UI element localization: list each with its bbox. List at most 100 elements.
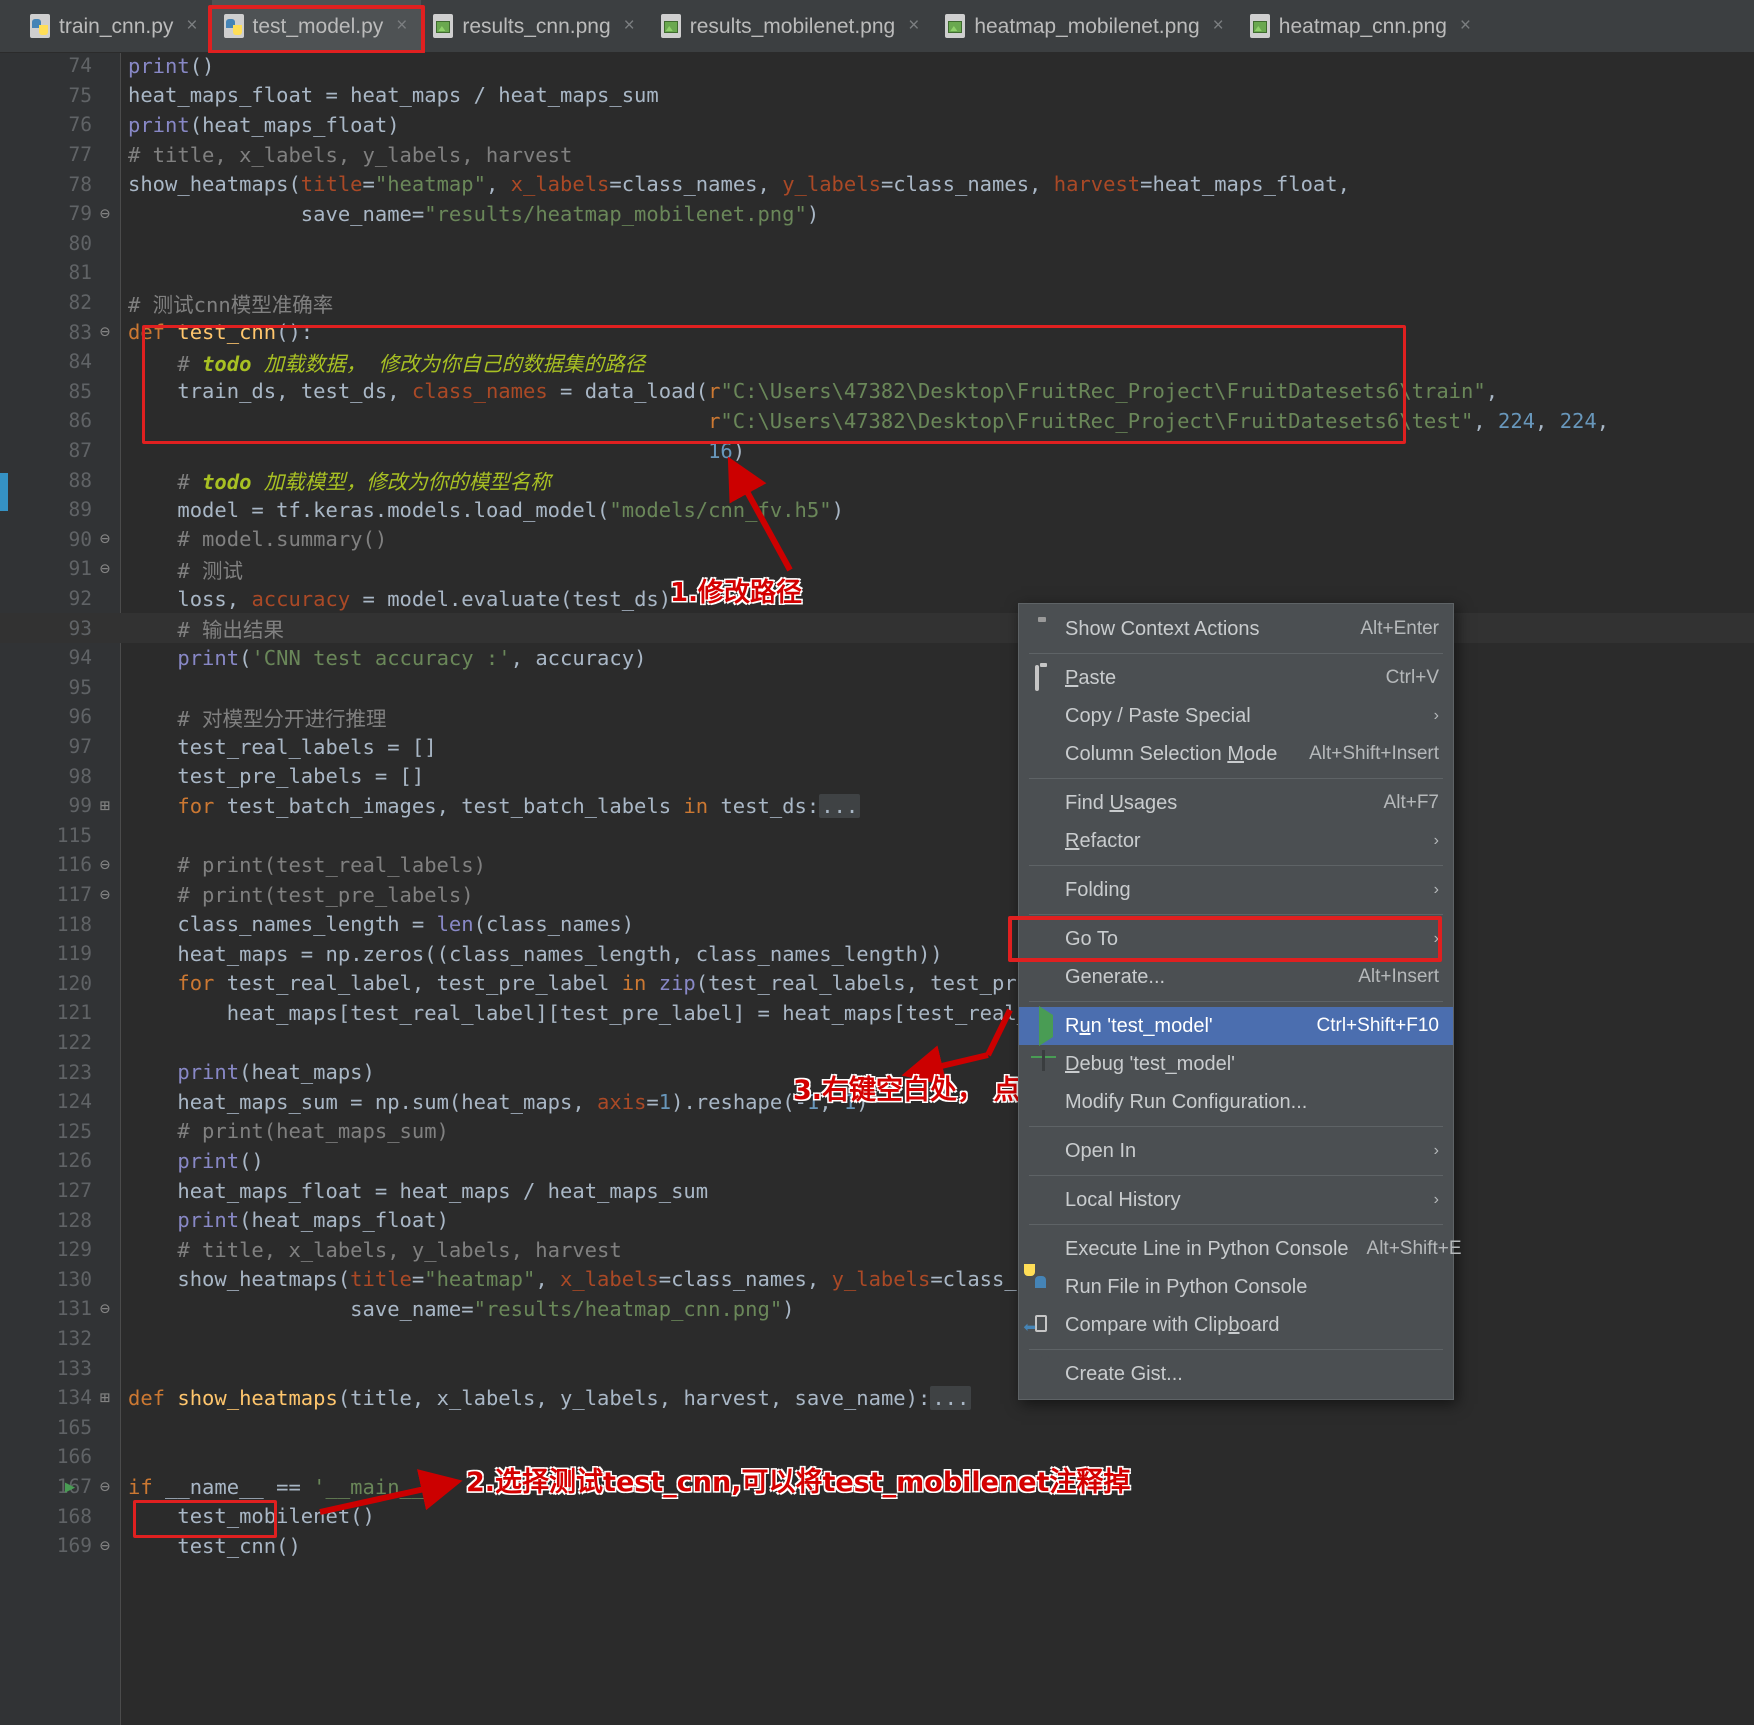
code-line[interactable]: 133	[0, 1353, 1754, 1383]
menu-separator	[1029, 1001, 1443, 1002]
code-line[interactable]: 127 heat_maps_float = heat_maps / heat_m…	[0, 1176, 1754, 1206]
menu-item-modify-run-configuration[interactable]: Modify Run Configuration...	[1019, 1083, 1453, 1121]
github-icon	[1035, 1363, 1057, 1385]
chevron-right-icon: ›	[1433, 832, 1439, 849]
menu-item-find-usages[interactable]: Find Usages Alt+F7	[1019, 784, 1453, 822]
fold-toggle-icon[interactable]: ⊖	[94, 559, 116, 579]
editor-context-menu[interactable]: Show Context Actions Alt+Enter Paste Ctrl+V…	[1018, 603, 1462, 1400]
editor-tab-test-model-py[interactable]: test_model.py ×	[211, 0, 422, 53]
code-line[interactable]: 134 ⊞ def show_heatmaps(title, x_labels, y…	[0, 1383, 1754, 1413]
menu-item-copy-paste-special[interactable]: Copy / Paste Special ›	[1019, 697, 1453, 735]
close-icon[interactable]: ×	[396, 15, 407, 37]
code-line[interactable]: 118 class_names_length = len(class_names…	[0, 909, 1754, 939]
code-line[interactable]: 94 print('CNN test accuracy :', accuracy…	[0, 643, 1754, 673]
menu-item-go-to[interactable]: Go To ›	[1019, 920, 1453, 958]
code-line[interactable]: 81	[0, 258, 1754, 288]
code-line[interactable]: 131 ⊖ save_name="results/heatmap_cnn.png"…	[0, 1294, 1754, 1324]
fold-toggle-icon[interactable]: ⊖	[94, 1477, 116, 1497]
close-icon[interactable]: ×	[1460, 15, 1471, 37]
code-line[interactable]: 84 # todo 加载数据， 修改为你自己的数据集的路径	[0, 347, 1754, 377]
code-line[interactable]: 85 train_ds, test_ds, class_names = data…	[0, 377, 1754, 407]
menu-item-refactor[interactable]: Refactor ›	[1019, 822, 1453, 860]
code-line[interactable]: 132	[0, 1324, 1754, 1354]
code-line[interactable]: 125 # print(heat_maps_sum)	[0, 1117, 1754, 1147]
menu-item-show-context-actions[interactable]: Show Context Actions Alt+Enter	[1019, 610, 1453, 648]
code-line[interactable]: 90 ⊖ # model.summary()	[0, 525, 1754, 555]
code-line[interactable]: 86 r"C:\Users\47382\Desktop\FruitRec_Pro…	[0, 406, 1754, 436]
fold-toggle-icon[interactable]: ⊞	[94, 1388, 116, 1408]
code-line[interactable]: 89 model = tf.keras.models.load_model("m…	[0, 495, 1754, 525]
code-line[interactable]: 169 ⊖ test_cnn()	[0, 1531, 1754, 1561]
code-line[interactable]: 87 16)	[0, 436, 1754, 466]
menu-item-label: Create Gist...	[1065, 1362, 1183, 1385]
fold-toggle-icon[interactable]: ⊖	[94, 885, 116, 905]
menu-item-create-gist[interactable]: Create Gist...	[1019, 1355, 1453, 1393]
fold-toggle-icon[interactable]: ⊖	[94, 1299, 116, 1319]
menu-item-run-file-in-python-console[interactable]: Run File in Python Console	[1019, 1264, 1453, 1306]
menu-item-local-history[interactable]: Local History ›	[1019, 1181, 1453, 1219]
menu-item-generate[interactable]: Generate... Alt+Insert	[1019, 958, 1453, 996]
editor-tab-heatmap-cnn-png[interactable]: heatmap_cnn.png ×	[1238, 0, 1485, 53]
code-line[interactable]: 97 test_real_labels = []	[0, 732, 1754, 762]
code-line[interactable]: 121 heat_maps[test_real_label][test_pre_…	[0, 998, 1754, 1028]
fold-toggle-icon[interactable]: ⊞	[94, 796, 116, 816]
code-line[interactable]: 93 # 输出结果	[0, 613, 1754, 643]
debug-bug-icon	[1035, 1053, 1057, 1075]
code-line[interactable]: 99 ⊞ for test_batch_images, test_batch_la…	[0, 791, 1754, 821]
code-line[interactable]: 83 ⊖ def test_cnn():	[0, 317, 1754, 347]
close-icon[interactable]: ×	[1213, 15, 1224, 37]
menu-item-open-in[interactable]: Open In ›	[1019, 1132, 1453, 1170]
code-line[interactable]: 88 # todo 加载模型，修改为你的模型名称	[0, 465, 1754, 495]
code-line[interactable]: 119 heat_maps = np.zeros((class_names_le…	[0, 939, 1754, 969]
code-line[interactable]: 77 # title, x_labels, y_labels, harvest	[0, 140, 1754, 170]
menu-item-label: Modify Run Configuration...	[1065, 1090, 1308, 1113]
code-line[interactable]: 75 heat_maps_float = heat_maps / heat_map…	[0, 81, 1754, 111]
fold-toggle-icon[interactable]: ⊖	[94, 855, 116, 875]
code-line[interactable]: 76 print(heat_maps_float)	[0, 110, 1754, 140]
menu-item-debug-test-model[interactable]: Debug 'test_model'	[1019, 1045, 1453, 1083]
fold-toggle-icon[interactable]: ⊖	[94, 322, 116, 342]
code-line[interactable]: 115	[0, 821, 1754, 851]
close-icon[interactable]: ×	[186, 15, 197, 37]
code-line[interactable]: 129 # title, x_labels, y_labels, harvest	[0, 1235, 1754, 1265]
code-line[interactable]: 117 ⊖ # print(test_pre_labels)	[0, 880, 1754, 910]
close-icon[interactable]: ×	[624, 15, 635, 37]
code-line[interactable]: 95	[0, 673, 1754, 703]
code-line[interactable]: 80	[0, 229, 1754, 259]
editor-tab-train-cnn-py[interactable]: train_cnn.py ×	[18, 0, 212, 53]
code-line[interactable]: 96 # 对模型分开进行推理	[0, 702, 1754, 732]
annotation-1-modify-path: 1.修改路径	[670, 578, 802, 608]
editor-tab-results-mobilenet-png[interactable]: results_mobilenet.png ×	[649, 0, 934, 53]
code-line[interactable]: 120 for test_real_label, test_pre_label …	[0, 969, 1754, 999]
code-line[interactable]: 82 # 测试cnn模型准确率	[0, 288, 1754, 318]
code-line[interactable]: 165	[0, 1413, 1754, 1443]
code-line[interactable]: 116 ⊖ # print(test_real_labels)	[0, 850, 1754, 880]
menu-item-compare-with-clipboard[interactable]: ⬅ Compare with Clipboard	[1019, 1306, 1453, 1344]
code-line-text: for test_real_label, test_pre_label in z…	[177, 971, 1140, 996]
editor-tab-heatmap-mobilenet-png[interactable]: heatmap_mobilenet.png ×	[933, 0, 1237, 53]
code-line[interactable]: 79 ⊖ save_name="results/heatmap_mobilenet…	[0, 199, 1754, 229]
editor-tab-results-cnn-png[interactable]: results_cnn.png ×	[421, 0, 648, 53]
fold-toggle-icon[interactable]: ⊖	[94, 204, 116, 224]
fold-toggle-icon[interactable]: ⊖	[94, 529, 116, 549]
menu-item-column-selection-mode[interactable]: Column Selection Mode Alt+Shift+Insert	[1019, 735, 1453, 773]
code-line[interactable]: 91 ⊖ # 测试	[0, 554, 1754, 584]
tab-label: heatmap_cnn.png	[1278, 14, 1447, 38]
code-line[interactable]: 78 show_heatmaps(title="heatmap", x_label…	[0, 169, 1754, 199]
code-line[interactable]: 126 print()	[0, 1146, 1754, 1176]
image-file-icon	[1249, 14, 1270, 38]
fold-toggle-icon[interactable]: ⊖	[94, 1536, 116, 1556]
code-line[interactable]: 128 print(heat_maps_float)	[0, 1205, 1754, 1235]
menu-item-folding[interactable]: Folding ›	[1019, 871, 1453, 909]
close-icon[interactable]: ×	[908, 15, 919, 37]
code-line[interactable]: 92 loss, accuracy = model.evaluate(test_…	[0, 584, 1754, 614]
code-line[interactable]: 98 test_pre_labels = []	[0, 761, 1754, 791]
code-line[interactable]: 74 print()	[0, 53, 1754, 81]
menu-item-paste[interactable]: Paste Ctrl+V	[1019, 659, 1453, 697]
code-line[interactable]: 130 show_heatmaps(title="heatmap", x_lab…	[0, 1265, 1754, 1295]
menu-item-execute-line-in-python-console[interactable]: Execute Line in Python Console Alt+Shift+…	[1019, 1230, 1462, 1268]
run-gutter-icon[interactable]: ▶	[58, 1477, 82, 1497]
menu-item-run-test-model[interactable]: Run 'test_model' Ctrl+Shift+F10	[1019, 1006, 1453, 1046]
code-line[interactable]: 168 test_mobilenet()	[0, 1501, 1754, 1531]
code-line[interactable]: 122	[0, 1028, 1754, 1058]
